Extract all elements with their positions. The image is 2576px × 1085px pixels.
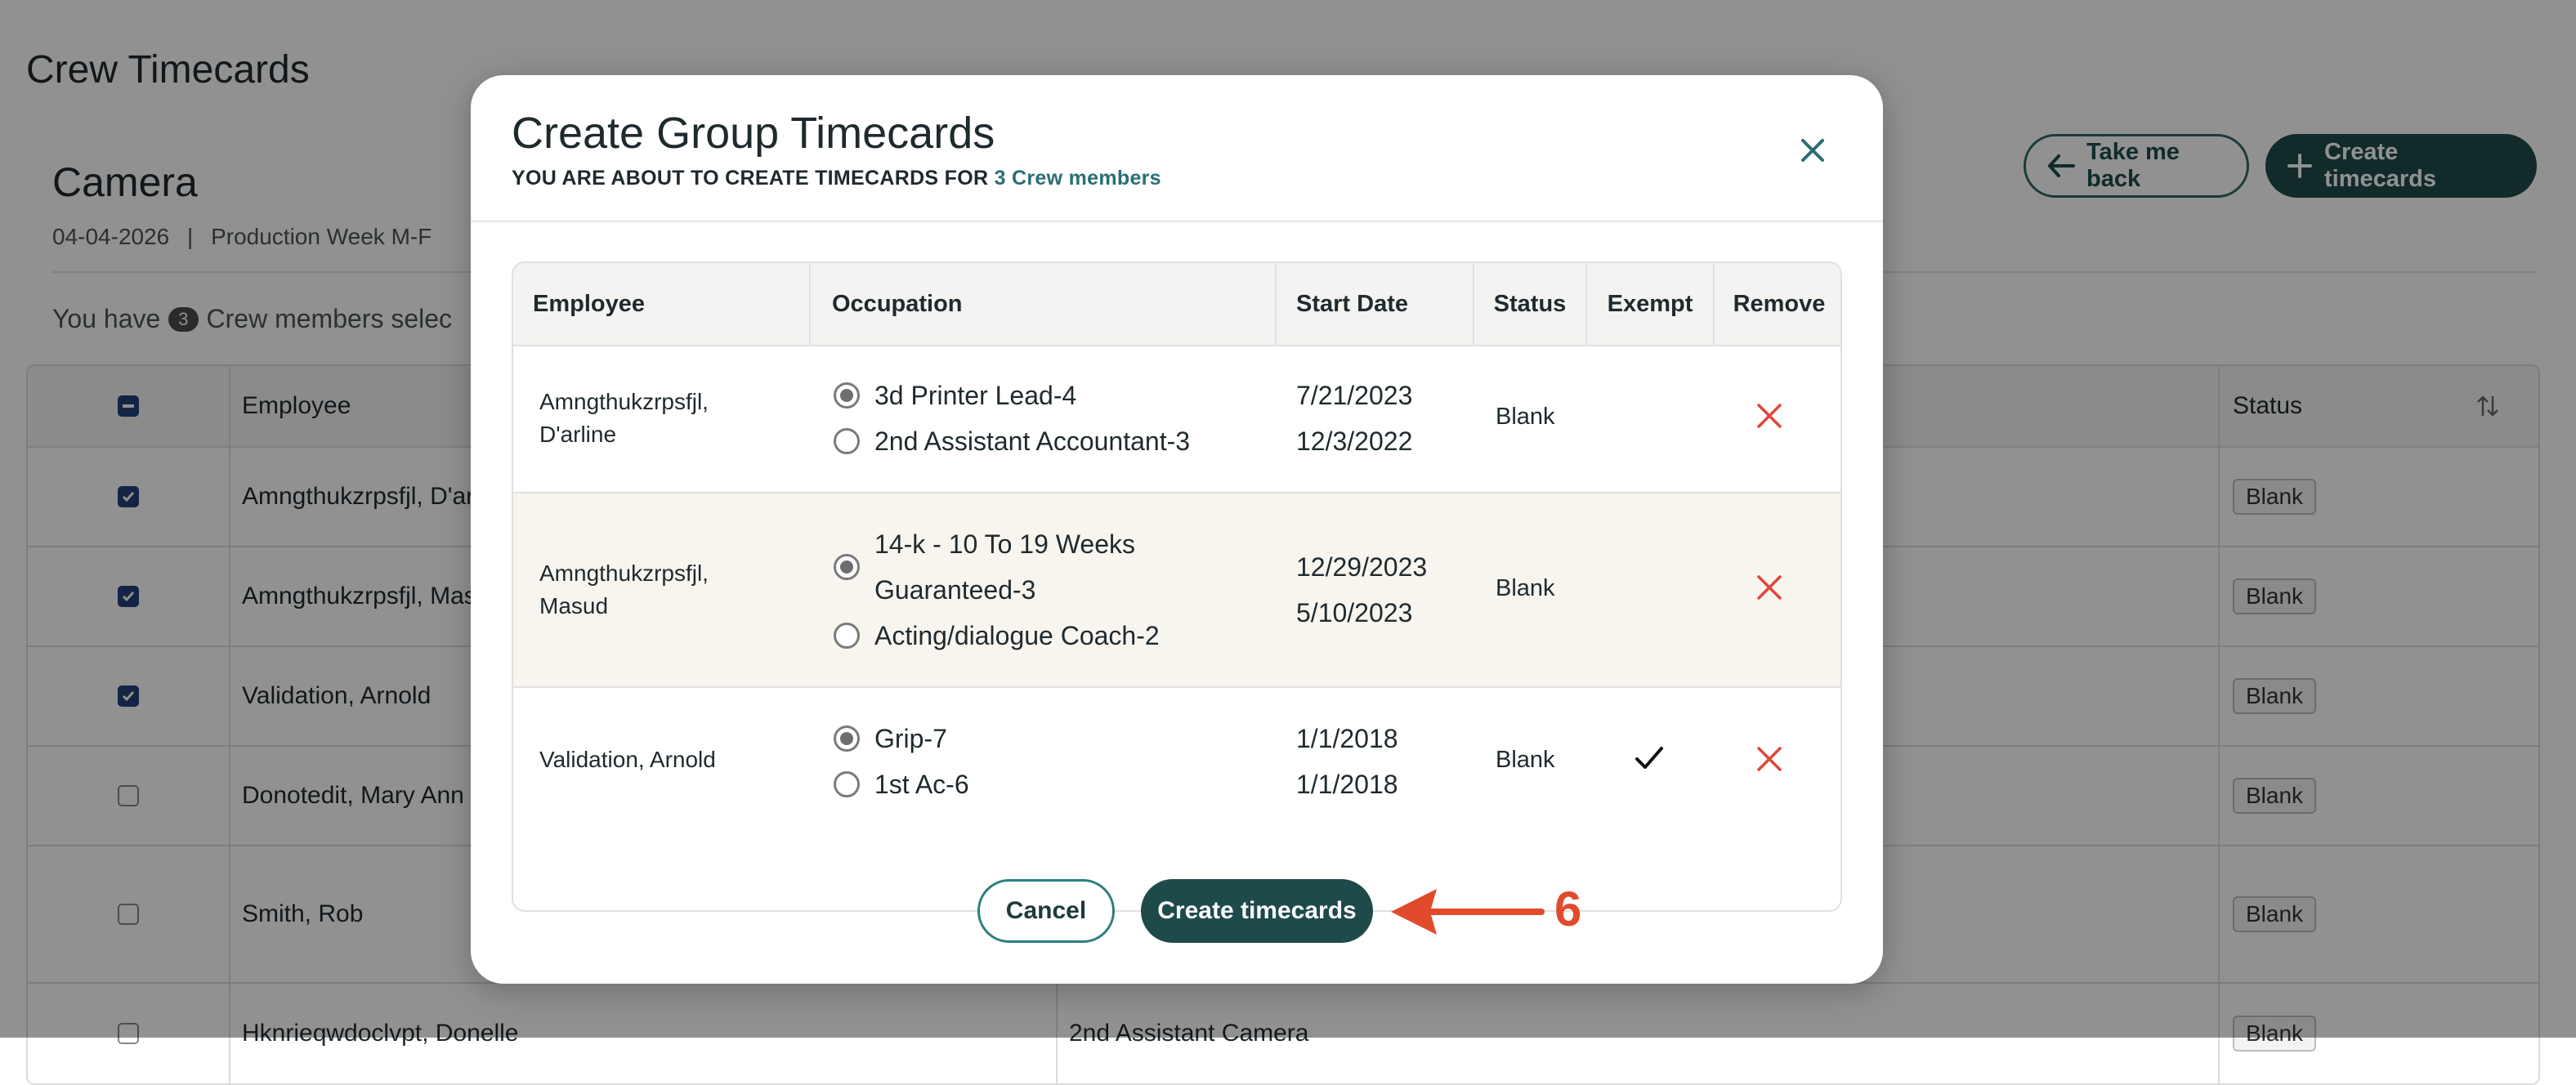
occupation-radio[interactable] [834,554,860,580]
start-dates: 1/1/2018 1/1/2018 [1296,716,1398,807]
employee-name: Validation, Arnold [539,743,716,776]
occupation-option[interactable]: Grip-7 [834,716,969,761]
remove-row-button[interactable] [1755,574,1783,605]
dialog-subtitle: YOU ARE ABOUT TO CREATE TIMECARDS FOR 3 … [512,167,1161,190]
timecard-row: Amngthukzrpsfjl, D'arline 3d Printer Lea… [513,345,1840,493]
timecard-row: Amngthukzrpsfjl, Masud 14-k - 10 To 19 W… [513,493,1840,688]
dialog-title: Create Group Timecards [512,109,995,158]
status-value: Blank [1496,404,1555,430]
occupation-radio[interactable] [834,428,860,454]
employee-column-header: Employee [513,263,811,345]
occupation-option[interactable]: 3d Printer Lead-4 [834,373,1190,418]
create-group-timecards-dialog: Create Group Timecards YOU ARE ABOUT TO … [471,75,1883,984]
occupation-options: 14-k - 10 To 19 Weeks Guaranteed-3 Acting… [834,521,1160,659]
occupation-option[interactable]: 2nd Assistant Accountant-3 [834,418,1190,464]
occupation-label: 2nd Assistant Accountant-3 [874,426,1191,456]
occupation-label: Grip-7 [874,724,947,753]
start-date: 1/1/2018 [1296,724,1398,753]
start-date: 7/21/2023 [1296,381,1413,410]
occupation-radio[interactable] [834,382,860,409]
checkmark-icon [1635,747,1663,769]
status-value: Blank [1496,575,1555,601]
remove-x-icon [1757,575,1782,600]
employee-name-line2: D'arline [539,422,617,447]
start-date-column-header: Start Date [1277,263,1474,345]
create-timecards-button[interactable]: Create timecards [1141,879,1373,943]
timecard-row: Validation, Arnold Grip-7 1st Ac-6 1/1/2… [513,688,1840,837]
occupation-label: 3d Printer Lead-4 [874,381,1077,410]
dialog-divider [471,221,1883,222]
occupation-radio[interactable] [834,726,860,752]
start-date: 5/10/2023 [1296,598,1413,627]
occupation-label: Acting/dialogue Coach-2 [874,621,1160,650]
exempt-indicator [1635,745,1664,775]
occupation-column-header: Occupation [811,263,1277,345]
employee-name-line1: Validation, Arnold [539,747,716,772]
employee-name: Amngthukzrpsfjl, D'arline [539,386,709,451]
annotation-step-number: 6 [1554,882,1582,936]
employee-name-line1: Amngthukzrpsfjl, [539,560,709,586]
status-value: Blank [1496,747,1555,773]
status-column-header: Status [1474,263,1587,345]
close-icon [1801,139,1824,162]
occupation-label: 1st Ac-6 [874,770,969,799]
occupation-option[interactable]: 1st Ac-6 [834,761,969,807]
remove-x-icon [1757,404,1782,428]
start-date: 1/1/2018 [1296,770,1398,799]
remove-row-button[interactable] [1755,402,1783,434]
employee-name-line2: Masud [539,593,609,618]
occupation-label-line1: 14-k - 10 To 19 Weeks [874,529,1135,559]
close-dialog-button[interactable] [1790,127,1836,173]
occupation-radio[interactable] [834,771,860,797]
start-date: 12/3/2022 [1296,426,1413,456]
occupation-label-line2: Guaranteed-3 [874,575,1036,605]
occupation-option[interactable]: 14-k - 10 To 19 Weeks Guaranteed-3 [834,521,1160,613]
occupation-option[interactable]: Acting/dialogue Coach-2 [834,613,1160,659]
remove-column-header: Remove [1733,290,1826,317]
occupation-label: 14-k - 10 To 19 Weeks Guaranteed-3 [874,521,1135,613]
employee-name-line1: Amngthukzrpsfjl, [539,389,709,414]
remove-row-button[interactable] [1755,745,1783,777]
occupation-radio[interactable] [834,623,860,649]
employee-name: Amngthukzrpsfjl, Masud [539,557,709,623]
exempt-column-header: Exempt [1587,263,1715,345]
dialog-subtitle-prefix: YOU ARE ABOUT TO CREATE TIMECARDS FOR [512,167,989,190]
group-table-header: Employee Occupation Start Date Status Ex… [513,263,1840,346]
cancel-button[interactable]: Cancel [977,879,1115,943]
crew-members-count-link: 3 Crew members [994,167,1161,190]
start-dates: 7/21/2023 12/3/2022 [1296,373,1412,464]
group-timecards-table: Employee Occupation Start Date Status Ex… [512,261,1842,912]
start-date: 12/29/2023 [1296,552,1428,582]
occupation-options: Grip-7 1st Ac-6 [834,716,969,807]
start-dates: 12/29/2023 5/10/2023 [1296,544,1427,636]
occupation-options: 3d Printer Lead-4 2nd Assistant Accounta… [834,373,1190,464]
remove-x-icon [1757,747,1782,771]
